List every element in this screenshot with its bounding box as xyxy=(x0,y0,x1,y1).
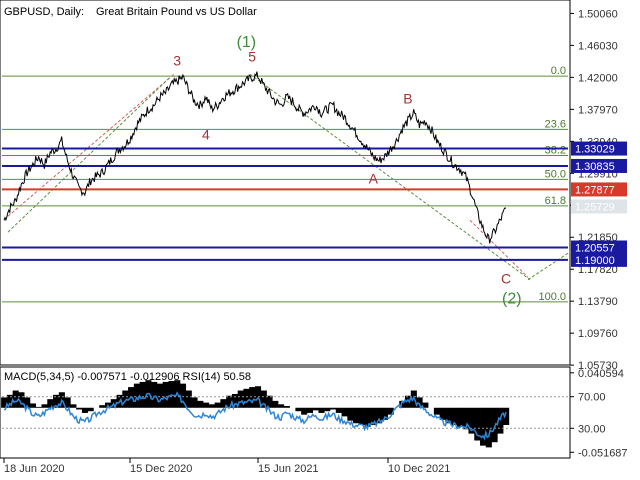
macd-bar-28 xyxy=(162,381,169,408)
macd-bar-32 xyxy=(185,390,192,408)
indicator-tick-3: -0.051687 xyxy=(578,447,628,459)
macd-bar-47 xyxy=(272,400,279,408)
indicator-tick-0: 0.040594 xyxy=(578,368,624,380)
fib-label-4: 61.8 xyxy=(545,195,566,207)
price-tick-10: 1.09760 xyxy=(578,328,618,340)
chart-canvas: 0.023.638.250.061.8100.0 3(1)54BAC(2) 1.… xyxy=(0,0,628,475)
date-label-1: 15 Dec 2020 xyxy=(130,463,192,475)
macd-bar-84 xyxy=(485,407,492,448)
macd-bar-13 xyxy=(76,407,83,410)
fib-label-5: 100.0 xyxy=(538,291,566,303)
macd-bar-7 xyxy=(41,404,48,408)
macd-bar-6 xyxy=(35,406,42,408)
indicator-axis: 0.040594 70.00 30.00 -0.051687 xyxy=(570,368,628,459)
macd-bar-79 xyxy=(456,407,464,427)
macd-bar-83 xyxy=(480,407,487,446)
macd-bar-35 xyxy=(203,402,210,408)
date-label-0: 18 Jun 2020 xyxy=(4,463,65,475)
macd-bar-60 xyxy=(347,407,354,421)
date-axis: 18 Jun 2020 15 Dec 2020 15 Jun 2021 10 Dec … xyxy=(3,458,450,475)
macd-bar-36 xyxy=(208,404,215,408)
macd-bar-57 xyxy=(330,407,337,410)
price-tag-4: 1.20557 xyxy=(575,243,615,255)
price-tag-1: 1.30835 xyxy=(575,161,615,173)
symbol-description: Great Britain Pound vs US Dollar xyxy=(96,6,257,18)
macd-bar-12 xyxy=(70,404,77,408)
date-label-2: 15 Jun 2021 xyxy=(258,463,319,475)
macd-bar-43 xyxy=(249,387,256,408)
price-panel xyxy=(0,0,571,366)
macd-bar-33 xyxy=(191,397,198,408)
macd-bar-8 xyxy=(47,399,54,408)
fib-label-1: 23.6 xyxy=(545,118,566,130)
symbol-label: GBPUSD, Daily: xyxy=(4,6,84,18)
macd-bar-52 xyxy=(301,407,308,415)
macd-bar-42 xyxy=(243,388,250,408)
wave-label-0: 3 xyxy=(173,52,181,68)
price-tick-0: 1.50060 xyxy=(578,8,618,20)
macd-bar-34 xyxy=(197,400,204,408)
wave-label-4: B xyxy=(403,91,412,107)
macd-bar-56 xyxy=(324,407,331,412)
macd-bar-62 xyxy=(358,407,365,425)
price-tag-0: 1.33029 xyxy=(575,144,615,156)
price-tick-1: 1.46030 xyxy=(578,40,618,52)
date-label-3: 10 Dec 2021 xyxy=(388,463,450,475)
wave-label-7: (2) xyxy=(502,290,522,307)
macd-bar-17 xyxy=(99,405,106,408)
macd-bar-14 xyxy=(81,407,88,413)
macd-bar-26 xyxy=(151,381,158,408)
price-tags: 1.33029 1.30835 1.27877 1.25729 1.205571.190… xyxy=(571,141,627,267)
macd-bar-24 xyxy=(139,381,146,408)
macd-bar-15 xyxy=(87,407,94,412)
fib-label-3: 50.0 xyxy=(545,168,566,180)
price-tag-5: 1.19000 xyxy=(575,255,615,267)
indicator-header: MACD(5,34,5) -0.007571 -0.012906 RSI(14)… xyxy=(4,371,251,383)
macd-bar-55 xyxy=(318,407,325,413)
macd-bar-51 xyxy=(295,407,302,412)
price-tag-3: 1.25729 xyxy=(575,201,615,213)
macd-bar-27 xyxy=(156,383,163,408)
macd-bar-37 xyxy=(214,402,221,408)
macd-bar-5 xyxy=(29,403,37,408)
fib-label-2: 38.2 xyxy=(545,145,566,157)
wave-label-6: C xyxy=(501,271,511,287)
wave-label-3: 4 xyxy=(202,126,210,142)
wave-label-5: A xyxy=(369,171,379,187)
price-tick-9: 1.13790 xyxy=(578,296,618,308)
macd-bar-54 xyxy=(312,407,319,411)
price-tick-2: 1.42000 xyxy=(578,72,618,84)
fib-label-0: 0.0 xyxy=(551,65,566,77)
macd-bar-58 xyxy=(335,407,342,413)
macd-bar-75 xyxy=(433,407,440,415)
macd-bar-49 xyxy=(283,406,290,408)
price-tag-2: 1.27877 xyxy=(575,184,615,196)
macd-bar-53 xyxy=(306,407,314,413)
macd-bar-59 xyxy=(341,407,348,417)
macd-bar-48 xyxy=(278,404,285,408)
macd-bar-61 xyxy=(353,407,360,424)
wave-label-2: 5 xyxy=(248,49,256,65)
indicator-tick-1: 70.00 xyxy=(578,392,606,404)
indicator-tick-2: 30.00 xyxy=(578,423,606,435)
price-tick-3: 1.37970 xyxy=(578,104,618,116)
